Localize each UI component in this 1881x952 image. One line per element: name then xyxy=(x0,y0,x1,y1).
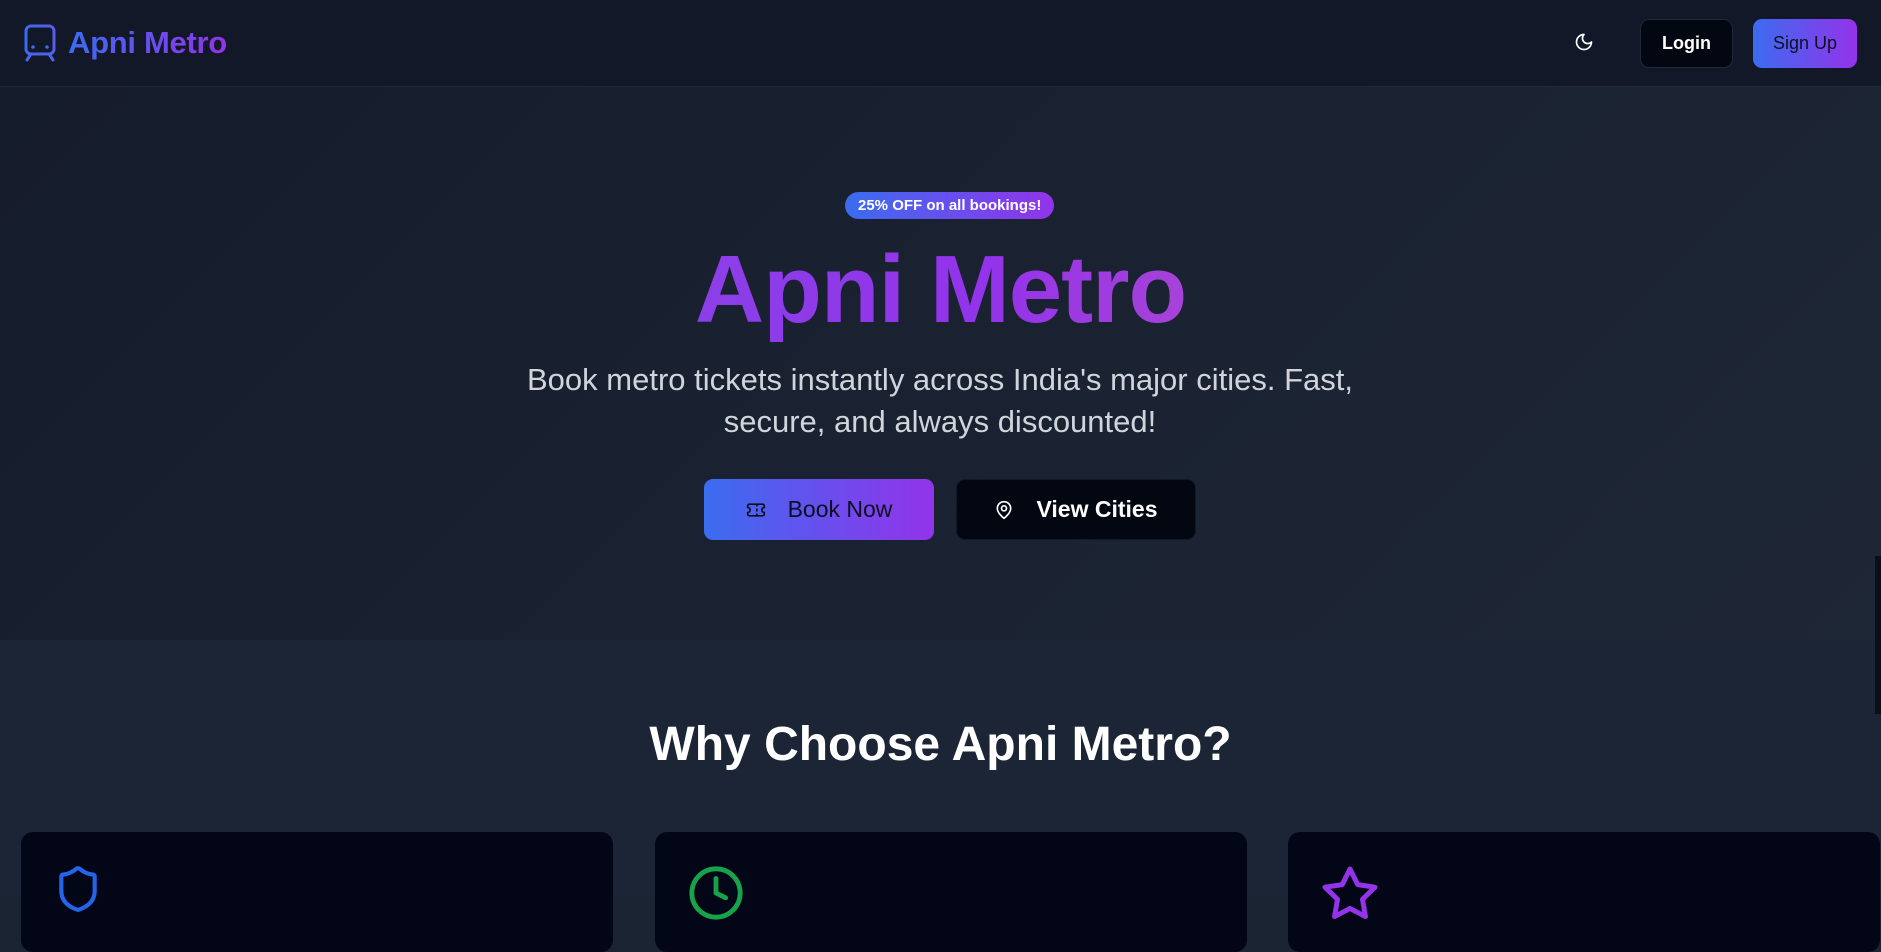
brand-name: Apni Metro xyxy=(68,25,227,60)
hero-cta-group: Book Now View Cities xyxy=(704,479,1196,540)
features-title: Why Choose Apni Metro? xyxy=(649,718,1232,771)
header-actions: Login Sign Up xyxy=(1564,18,1857,68)
star-icon xyxy=(1320,864,1380,924)
hero-title-text: Apni Metro xyxy=(694,236,1187,343)
hero-section: 25% OFF on all bookings! Apni Metro Book… xyxy=(0,87,1881,640)
clock-icon xyxy=(687,864,745,922)
login-button[interactable]: Login xyxy=(1639,18,1733,68)
signup-button[interactable]: Sign Up xyxy=(1752,18,1857,68)
page-scrollbar[interactable] xyxy=(1875,556,1881,714)
features-section: Why Choose Apni Metro? xyxy=(0,640,1881,952)
view-cities-label: View Cities xyxy=(1036,496,1158,522)
shield-icon xyxy=(53,864,103,914)
map-pin-icon xyxy=(994,500,1014,520)
brand-logo-link[interactable]: Apni Metro xyxy=(24,24,227,62)
feature-card-fast xyxy=(655,832,1247,952)
moon-icon xyxy=(1574,32,1594,55)
book-now-label: Book Now xyxy=(787,496,893,522)
view-cities-button[interactable]: View Cities xyxy=(956,479,1196,540)
feature-card-discount xyxy=(1288,832,1880,952)
discount-badge: 25% OFF on all bookings! xyxy=(845,192,1055,219)
hero-subtitle: Book metro tickets instantly across Indi… xyxy=(527,362,1353,439)
feature-card-secure xyxy=(21,832,613,952)
top-navbar: Apni Metro Login Sign Up xyxy=(0,0,1881,87)
theme-toggle-button[interactable] xyxy=(1564,23,1604,63)
train-icon xyxy=(24,24,56,62)
ticket-icon xyxy=(746,500,766,520)
book-now-button[interactable]: Book Now xyxy=(704,479,934,540)
hero-title: Apni Metro xyxy=(0,235,1881,345)
